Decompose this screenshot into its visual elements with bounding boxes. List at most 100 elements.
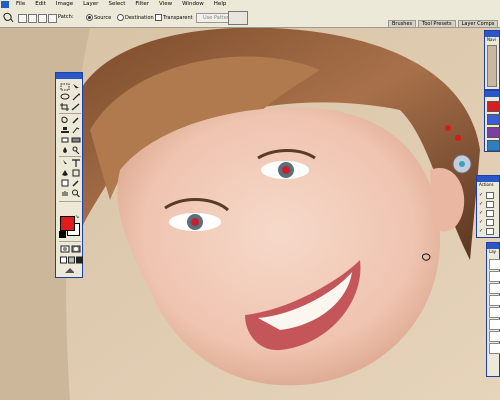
patch-label: Patch: <box>58 14 74 20</box>
menu-bar: File Edit Image Layer Select Filter View… <box>0 0 500 8</box>
palette-well-tab-brushes[interactable]: Brushes <box>388 20 417 28</box>
toolbox-divider <box>59 113 81 114</box>
subtract-from-selection-button[interactable] <box>38 14 47 23</box>
action-toggle-check[interactable]: ✓ <box>479 219 484 226</box>
info-palette <box>484 90 500 152</box>
menu-file[interactable]: File <box>11 1 30 7</box>
type-tool-icon[interactable] <box>71 159 81 167</box>
action-row[interactable]: ✓ <box>479 192 499 199</box>
menu-image[interactable]: Image <box>51 1 78 7</box>
menu-view[interactable]: View <box>154 1 177 7</box>
intersect-selection-button[interactable] <box>48 14 57 23</box>
dodge-tool-icon[interactable] <box>71 146 81 154</box>
navigator-thumbnail[interactable] <box>487 45 497 87</box>
palette-well-tab-tool-presets[interactable]: Tool Presets <box>418 20 456 28</box>
add-to-selection-button[interactable] <box>28 14 37 23</box>
action-dialog-toggle[interactable] <box>486 210 494 217</box>
slice-tool-icon[interactable] <box>71 103 81 111</box>
action-toggle-check[interactable]: ✓ <box>479 192 484 199</box>
toolbox-divider <box>59 201 81 202</box>
toolbox-divider <box>59 241 81 242</box>
menu-edit[interactable]: Edit <box>30 1 51 7</box>
transparent-checkbox[interactable] <box>155 14 162 21</box>
actions-palette: Actions ✓ ✓ ✓ ✓ ✓ <box>476 175 500 238</box>
quick-mask-mode-icon[interactable] <box>71 245 81 253</box>
patch-mode-group: Patch: <box>58 14 73 20</box>
screen-mode-full-icon[interactable] <box>76 256 86 264</box>
magic-wand-tool-icon[interactable] <box>71 93 81 101</box>
layer-row[interactable] <box>489 295 500 306</box>
palette-purple-swatch[interactable] <box>487 127 500 138</box>
navigator-palette: Navi <box>484 30 500 90</box>
action-row[interactable]: ✓ <box>479 210 499 217</box>
shape-tool-icon[interactable] <box>71 169 81 177</box>
move-tool-icon[interactable] <box>71 83 81 91</box>
menu-filter[interactable]: Filter <box>130 1 154 7</box>
palette-cyan-swatch[interactable] <box>487 140 500 151</box>
destination-radio[interactable] <box>117 14 124 21</box>
path-selection-tool-icon[interactable] <box>60 159 70 167</box>
layer-row[interactable] <box>489 271 500 282</box>
eyedropper-tool-icon[interactable] <box>71 179 81 187</box>
action-dialog-toggle[interactable] <box>486 219 494 226</box>
menu-window[interactable]: Window <box>177 1 209 7</box>
action-dialog-toggle[interactable] <box>486 228 494 235</box>
hand-tool-icon[interactable] <box>60 189 70 197</box>
notes-tool-icon[interactable] <box>60 179 70 187</box>
actions-tab[interactable]: Actions <box>477 182 499 187</box>
toolbox-palette: ↘ <box>55 72 83 278</box>
gradient-tool-icon[interactable] <box>71 136 81 144</box>
photoshop-logo-icon[interactable] <box>1 0 9 8</box>
brush-tool-icon[interactable] <box>71 116 81 124</box>
lasso-tool-icon[interactable] <box>60 93 70 101</box>
action-row[interactable]: ✓ <box>479 201 499 208</box>
standard-mode-icon[interactable] <box>60 245 70 253</box>
options-bar: Patch: Source Destination Transparent Us… <box>0 8 500 28</box>
transparent-label: Transparent <box>163 14 193 21</box>
destination-option[interactable]: Destination <box>117 14 154 21</box>
layer-row[interactable] <box>489 319 500 330</box>
info-titlebar[interactable] <box>485 91 499 97</box>
action-toggle-check[interactable]: ✓ <box>479 228 484 235</box>
palette-red-swatch[interactable] <box>487 101 500 112</box>
menu-select[interactable]: Select <box>103 1 130 7</box>
toolbox-titlebar[interactable] <box>56 73 82 79</box>
layers-tab[interactable]: Lay <box>487 249 499 254</box>
layer-row[interactable] <box>489 331 500 342</box>
edit-in-imageready-icon[interactable] <box>64 267 74 275</box>
default-colors-icon[interactable] <box>59 231 66 238</box>
new-selection-button[interactable] <box>18 14 27 23</box>
menu-help[interactable]: Help <box>209 1 232 7</box>
patch-tool-icon[interactable] <box>3 12 14 23</box>
navigator-tab[interactable]: Navi <box>485 37 499 42</box>
layer-row[interactable] <box>489 307 500 318</box>
foreground-color-swatch[interactable] <box>60 216 75 231</box>
menu-layer[interactable]: Layer <box>78 1 103 7</box>
palette-well-tab-layer-comps[interactable]: Layer Comps <box>457 20 499 28</box>
palette-blue-swatch[interactable] <box>487 114 500 125</box>
crop-tool-icon[interactable] <box>60 103 70 111</box>
action-dialog-toggle[interactable] <box>486 201 494 208</box>
layers-palette: Lay <box>486 242 500 377</box>
pen-tool-icon[interactable] <box>60 169 70 177</box>
transparent-option[interactable]: Transparent <box>155 14 193 21</box>
zoom-tool-icon[interactable] <box>71 189 81 197</box>
clone-stamp-tool-icon[interactable] <box>60 126 70 134</box>
patch-tool-icon[interactable] <box>60 116 70 124</box>
history-brush-tool-icon[interactable] <box>71 126 81 134</box>
source-radio[interactable] <box>86 14 93 21</box>
action-toggle-check[interactable]: ✓ <box>479 201 484 208</box>
marquee-tool-icon[interactable] <box>60 83 70 91</box>
layer-row[interactable] <box>489 283 500 294</box>
blur-tool-icon[interactable] <box>60 146 70 154</box>
eraser-tool-icon[interactable] <box>60 136 70 144</box>
action-dialog-toggle[interactable] <box>486 192 494 199</box>
action-row[interactable]: ✓ <box>479 219 499 226</box>
swap-colors-icon[interactable]: ↘ <box>75 214 81 220</box>
action-toggle-check[interactable]: ✓ <box>479 210 484 217</box>
action-row[interactable]: ✓ <box>479 228 499 235</box>
layer-row[interactable] <box>489 259 500 270</box>
pattern-picker[interactable] <box>228 11 248 25</box>
source-option[interactable]: Source <box>86 14 111 21</box>
layer-row[interactable] <box>489 343 500 354</box>
